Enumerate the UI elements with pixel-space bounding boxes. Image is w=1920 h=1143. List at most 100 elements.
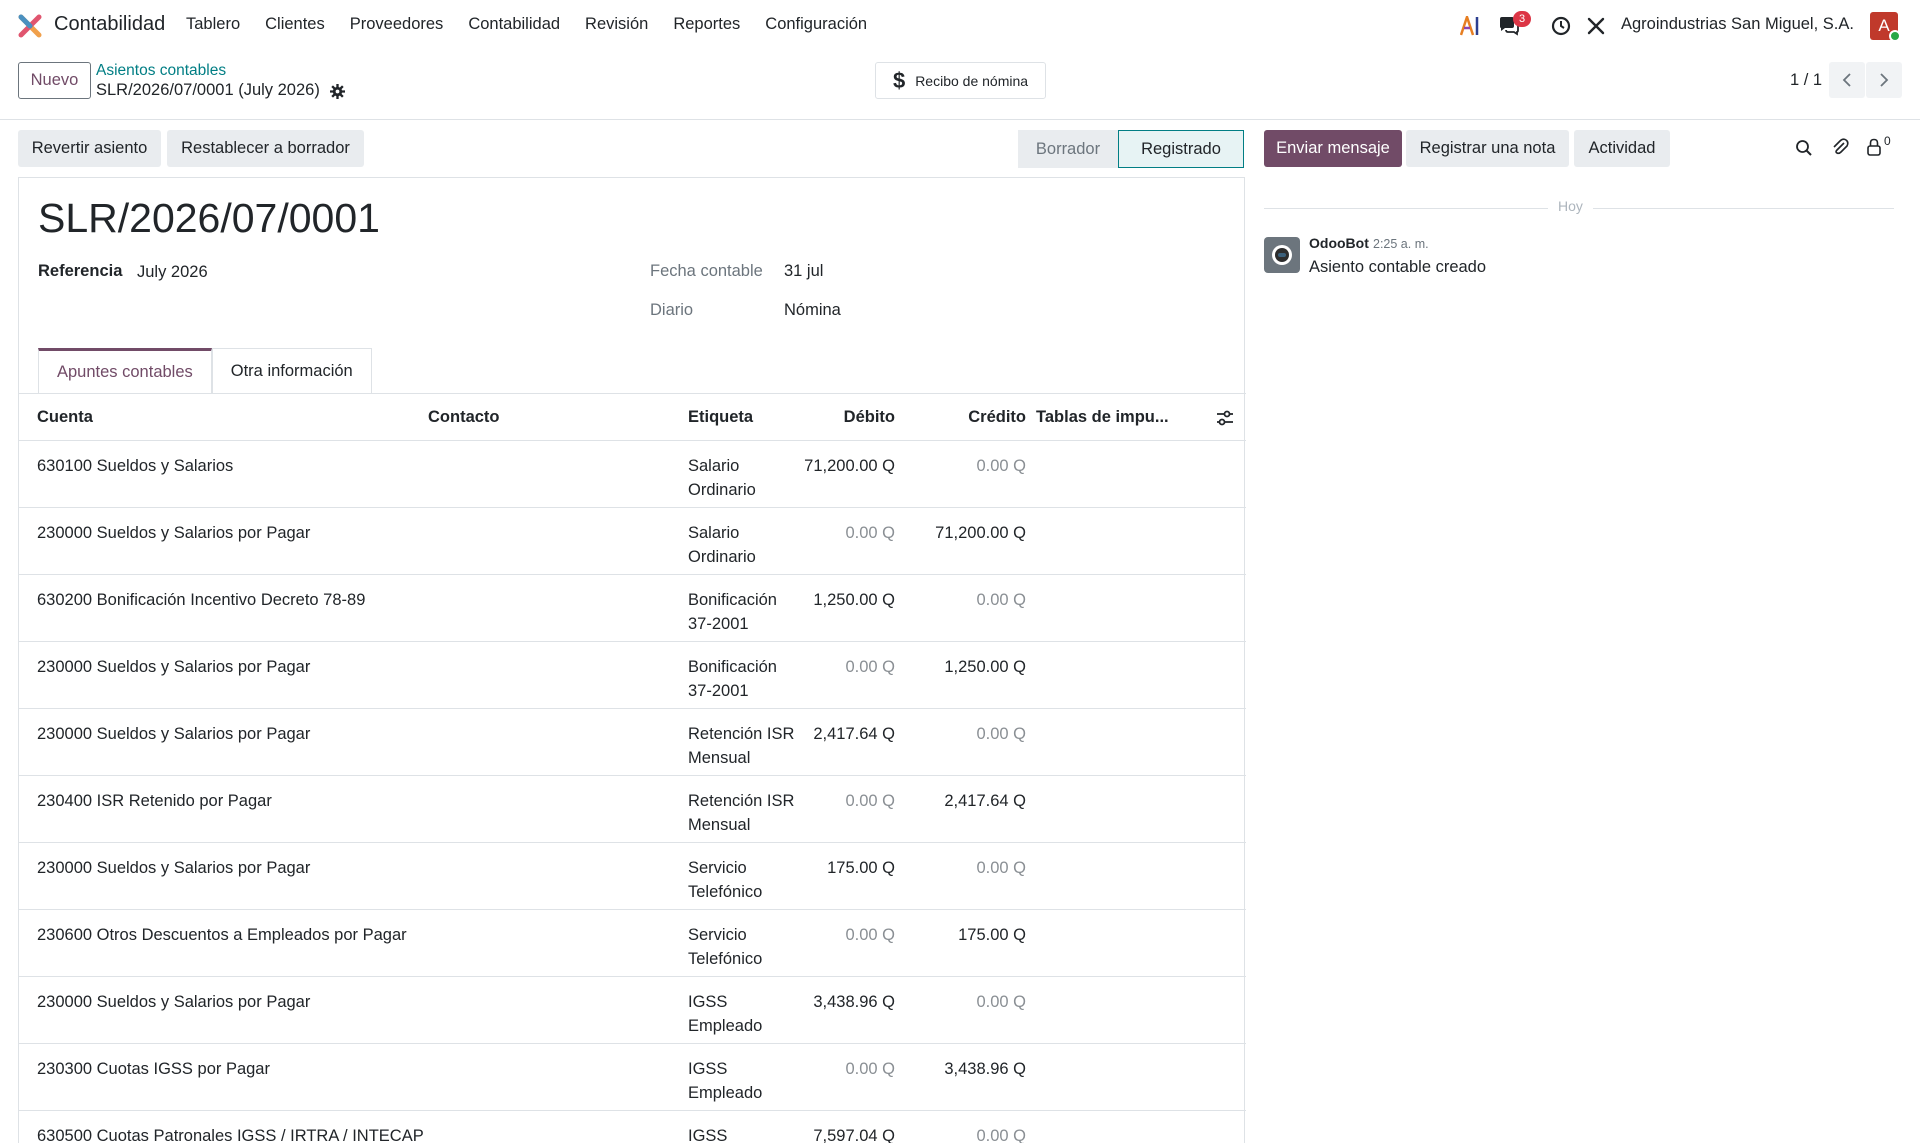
col-debit[interactable]: Débito [798, 393, 895, 441]
status-draft[interactable]: Borrador [1018, 130, 1118, 168]
row-label-cell[interactable]: Servicio Telefónico [688, 909, 798, 977]
table-row[interactable]: 230400 ISR Retenido por Pagar Retención I… [19, 775, 1246, 843]
row-label-cell[interactable]: Salario Ordinario [688, 440, 798, 508]
clock-icon[interactable] [1551, 16, 1571, 36]
row-credit-cell[interactable]: 0.00 Q [895, 574, 1026, 642]
paperclip-icon[interactable] [1830, 137, 1850, 157]
row-tax-cell[interactable] [1026, 708, 1246, 776]
row-label-cell[interactable]: IGSS Empleado [688, 976, 798, 1044]
row-label-cell[interactable]: Bonificación 37-2001 [688, 574, 798, 642]
row-debit-cell[interactable]: 175.00 Q [798, 842, 895, 910]
row-credit-cell[interactable]: 3,438.96 Q [895, 1043, 1026, 1111]
row-partner-cell[interactable] [428, 507, 688, 575]
row-credit-cell[interactable]: 1,250.00 Q [895, 641, 1026, 709]
row-label-cell[interactable]: IGSS Empleado [688, 1043, 798, 1111]
menu-item-revision[interactable]: Revisión [585, 15, 648, 34]
row-credit-cell[interactable]: 0.00 Q [895, 1110, 1026, 1143]
row-account-cell[interactable]: 230000 Sueldos y Salarios por Pagar [19, 976, 428, 1044]
row-debit-cell[interactable]: 0.00 Q [798, 909, 895, 977]
search-icon[interactable] [1795, 139, 1813, 157]
col-label[interactable]: Etiqueta [688, 393, 798, 441]
row-credit-cell[interactable]: 0.00 Q [895, 708, 1026, 776]
row-partner-cell[interactable] [428, 1110, 688, 1143]
row-label-cell[interactable]: Retención ISR Mensual [688, 775, 798, 843]
row-account-cell[interactable]: 230000 Sueldos y Salarios por Pagar [19, 507, 428, 575]
row-debit-cell[interactable]: 3,438.96 Q [798, 976, 895, 1044]
menu-item-reportes[interactable]: Reportes [673, 15, 740, 34]
row-account-cell[interactable]: 230000 Sueldos y Salarios por Pagar [19, 842, 428, 910]
col-account[interactable]: Cuenta [19, 393, 428, 441]
row-label-cell[interactable]: IGSS [688, 1110, 798, 1143]
row-credit-cell[interactable]: 0.00 Q [895, 842, 1026, 910]
pager-next-button[interactable] [1866, 62, 1902, 98]
table-row[interactable]: 230600 Otros Descuentos a Empleados por … [19, 909, 1246, 977]
table-row[interactable]: 230300 Cuotas IGSS por Pagar IGSS Emplead… [19, 1043, 1246, 1111]
breadcrumb-parent[interactable]: Asientos contables [96, 62, 226, 80]
table-row[interactable]: 230000 Sueldos y Salarios por Pagar Servi… [19, 842, 1246, 910]
row-credit-cell[interactable]: 175.00 Q [895, 909, 1026, 977]
company-switcher[interactable]: Agroindustrias San Miguel, S.A. [1621, 15, 1854, 34]
row-partner-cell[interactable] [428, 909, 688, 977]
menu-item-clientes[interactable]: Clientes [265, 15, 325, 34]
row-partner-cell[interactable] [428, 641, 688, 709]
row-tax-cell[interactable] [1026, 574, 1246, 642]
table-row[interactable]: 230000 Sueldos y Salarios por Pagar Reten… [19, 708, 1246, 776]
row-tax-cell[interactable] [1026, 909, 1246, 977]
tools-icon[interactable] [1586, 16, 1606, 36]
row-tax-cell[interactable] [1026, 842, 1246, 910]
status-posted[interactable]: Registrado [1118, 130, 1244, 168]
menu-item-contabilidad[interactable]: Contabilidad [468, 15, 560, 34]
row-account-cell[interactable]: 230000 Sueldos y Salarios por Pagar [19, 641, 428, 709]
payslip-smart-button[interactable]: $ Recibo de nómina [875, 62, 1046, 99]
row-account-cell[interactable]: 230400 ISR Retenido por Pagar [19, 775, 428, 843]
accounting-app-icon[interactable] [18, 14, 42, 38]
row-debit-cell[interactable]: 1,250.00 Q [798, 574, 895, 642]
row-tax-cell[interactable] [1026, 641, 1246, 709]
row-account-cell[interactable]: 230300 Cuotas IGSS por Pagar [19, 1043, 428, 1111]
row-tax-cell[interactable] [1026, 507, 1246, 575]
col-partner[interactable]: Contacto [428, 393, 688, 441]
optional-columns-icon[interactable] [1216, 410, 1234, 426]
tab-other-info[interactable]: Otra información [211, 348, 372, 393]
followers-lock-icon[interactable] [1866, 138, 1882, 156]
menu-item-proveedores[interactable]: Proveedores [350, 15, 444, 34]
row-debit-cell[interactable]: 0.00 Q [798, 775, 895, 843]
row-label-cell[interactable]: Bonificación 37-2001 [688, 641, 798, 709]
table-row[interactable]: 630100 Sueldos y Salarios Salario Ordinar… [19, 440, 1246, 508]
reset-to-draft-button[interactable]: Restablecer a borrador [167, 130, 364, 167]
new-button[interactable]: Nuevo [18, 62, 91, 99]
send-message-button[interactable]: Enviar mensaje [1264, 130, 1402, 167]
row-tax-cell[interactable] [1026, 1110, 1246, 1143]
row-label-cell[interactable]: Retención ISR Mensual [688, 708, 798, 776]
reverse-entry-button[interactable]: Revertir asiento [18, 130, 161, 167]
row-debit-cell[interactable]: 0.00 Q [798, 1043, 895, 1111]
table-row[interactable]: 230000 Sueldos y Salarios por Pagar Bonif… [19, 641, 1246, 709]
row-partner-cell[interactable] [428, 976, 688, 1044]
ai-icon[interactable] [1460, 16, 1482, 36]
row-label-cell[interactable]: Servicio Telefónico [688, 842, 798, 910]
table-row[interactable]: 230000 Sueldos y Salarios por Pagar IGSS … [19, 976, 1246, 1044]
tab-journal-items[interactable]: Apuntes contables [38, 348, 212, 393]
row-account-cell[interactable]: 230600 Otros Descuentos a Empleados por … [19, 909, 428, 977]
row-account-cell[interactable]: 630200 Bonificación Incentivo Decreto 78… [19, 574, 428, 642]
log-note-button[interactable]: Registrar una nota [1406, 130, 1569, 167]
accounting-date-value[interactable]: 31 jul [784, 262, 823, 281]
row-partner-cell[interactable] [428, 1043, 688, 1111]
app-name[interactable]: Contabilidad [54, 13, 165, 36]
activity-button[interactable]: Actividad [1574, 130, 1670, 167]
menu-item-tablero[interactable]: Tablero [186, 15, 240, 34]
row-label-cell[interactable]: Salario Ordinario [688, 507, 798, 575]
table-row[interactable]: 230000 Sueldos y Salarios por Pagar Salar… [19, 507, 1246, 575]
table-row[interactable]: 630200 Bonificación Incentivo Decreto 78… [19, 574, 1246, 642]
table-row[interactable]: 630500 Cuotas Patronales IGSS / IRTRA / … [19, 1110, 1246, 1143]
row-tax-cell[interactable] [1026, 775, 1246, 843]
journal-value[interactable]: Nómina [784, 301, 841, 320]
row-partner-cell[interactable] [428, 842, 688, 910]
col-tax-grids[interactable]: Tablas de impu... [1026, 393, 1246, 441]
row-account-cell[interactable]: 630500 Cuotas Patronales IGSS / IRTRA / … [19, 1110, 428, 1143]
pager-value[interactable]: 1 / 1 [1790, 71, 1822, 90]
row-tax-cell[interactable] [1026, 976, 1246, 1044]
row-credit-cell[interactable]: 71,200.00 Q [895, 507, 1026, 575]
row-credit-cell[interactable]: 0.00 Q [895, 976, 1026, 1044]
row-debit-cell[interactable]: 0.00 Q [798, 507, 895, 575]
